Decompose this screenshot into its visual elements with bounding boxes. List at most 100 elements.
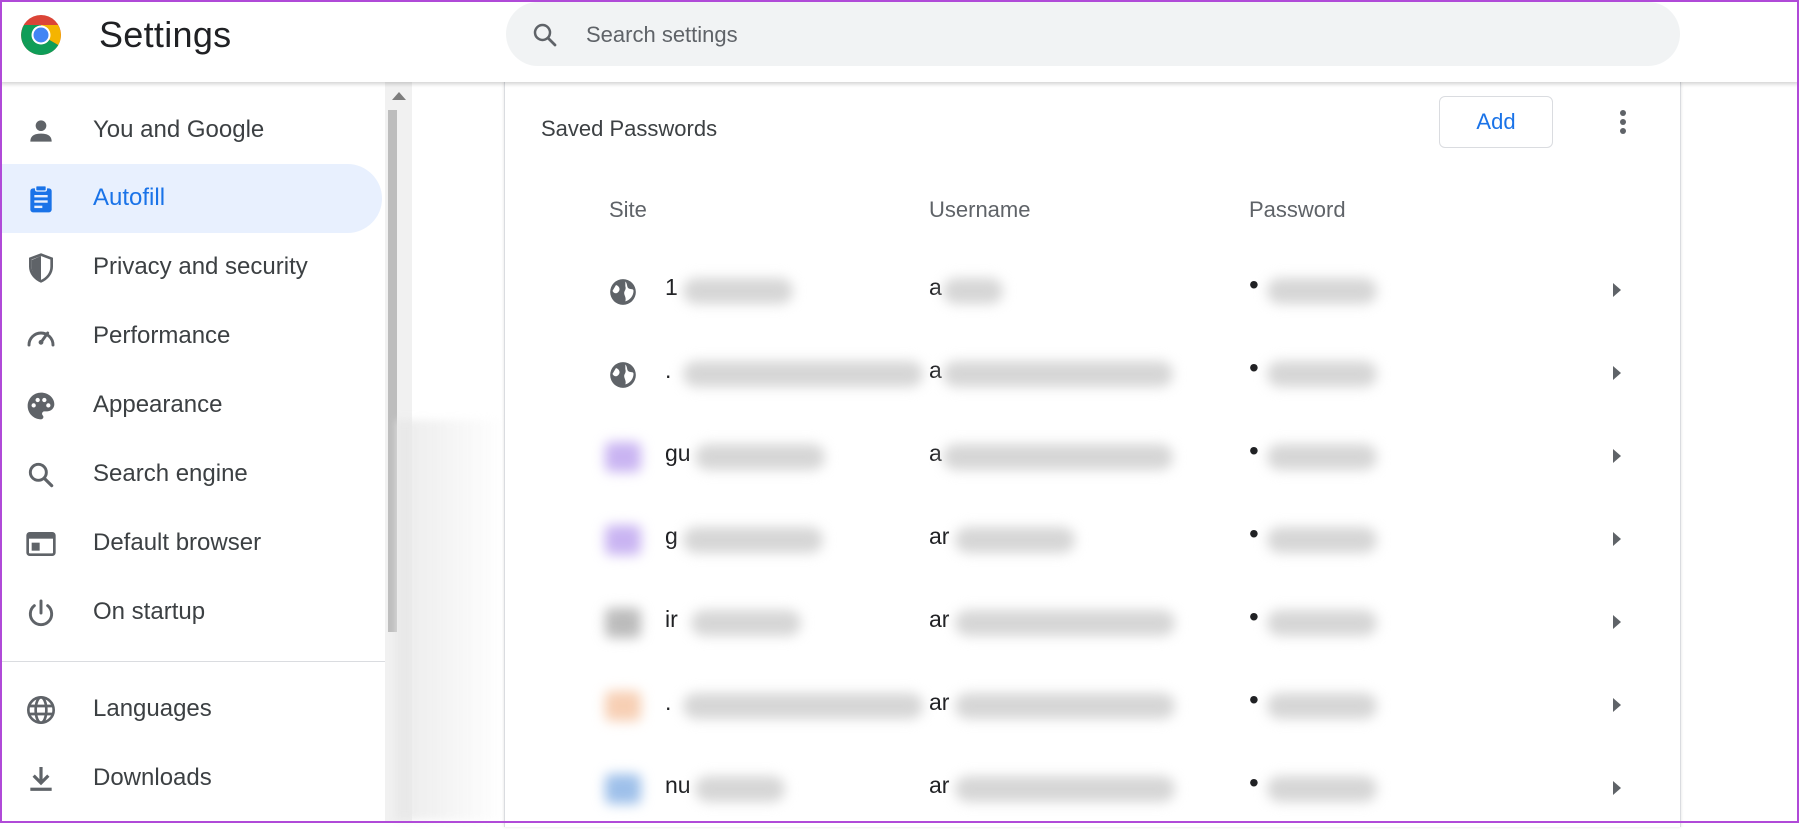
sidebar-item-label: Appearance	[93, 391, 223, 418]
site-name: .	[665, 357, 672, 383]
password-row[interactable]: g ar •	[505, 499, 1680, 581]
chevron-right-icon[interactable]	[1613, 615, 1621, 629]
username: ar	[929, 772, 950, 798]
site-favicon-icon	[605, 774, 641, 804]
site-name: .	[665, 689, 672, 715]
globe-icon	[610, 362, 636, 388]
sidebar-item-label: On startup	[93, 598, 206, 625]
search-bar[interactable]	[506, 2, 1680, 66]
redacted-site	[695, 444, 825, 470]
saved-passwords-card: Saved Passwords Add Site Username Passwo…	[504, 82, 1681, 827]
redacted-site	[683, 278, 793, 304]
password-row[interactable]: nu ar •	[505, 748, 1680, 830]
search-icon	[28, 462, 54, 488]
sidebar-item-label: Languages	[93, 695, 212, 722]
power-icon	[28, 599, 54, 627]
redacted-password	[1267, 444, 1377, 470]
person-icon	[30, 120, 52, 142]
site-name: gu	[665, 440, 691, 466]
sidebar-item-label: Performance	[93, 322, 231, 349]
password-row[interactable]: . a •	[505, 333, 1680, 415]
sidebar-item-languages[interactable]: Languages	[0, 675, 382, 744]
username: ar	[929, 523, 950, 549]
page-title: Settings	[99, 14, 232, 55]
site-favicon-icon	[605, 525, 641, 555]
site-favicon-icon	[605, 608, 641, 638]
redacted-site	[683, 361, 923, 387]
browser-window-icon	[26, 532, 56, 556]
chrome-logo-icon	[21, 15, 61, 55]
sidebar-item-on-startup[interactable]: On startup	[0, 578, 382, 647]
password-mask: •	[1249, 435, 1259, 466]
redacted-username	[955, 527, 1075, 553]
redacted-password	[1267, 361, 1377, 387]
chevron-right-icon[interactable]	[1613, 781, 1621, 795]
chevron-right-icon[interactable]	[1613, 449, 1621, 463]
sidebar-item-label: You and Google	[93, 116, 265, 143]
sidebar-item-performance[interactable]: Performance	[0, 302, 382, 371]
sidebar-item-label: Privacy and security	[93, 253, 308, 280]
username: a	[929, 274, 942, 300]
sidebar-item-default-browser[interactable]: Default browser	[0, 509, 382, 578]
search-input[interactable]	[584, 16, 1648, 54]
search-icon	[533, 23, 557, 47]
sidebar-item-downloads[interactable]: Downloads	[0, 744, 382, 813]
redacted-password	[1267, 278, 1377, 304]
sidebar-item-autofill[interactable]: Autofill	[0, 164, 382, 233]
column-header-site: Site	[609, 197, 647, 222]
sidebar: You and Google Autofill Privacy and secu…	[0, 82, 385, 823]
chevron-right-icon[interactable]	[1613, 698, 1621, 712]
redacted-site	[683, 693, 923, 719]
sidebar-item-you-and-google[interactable]: You and Google	[0, 96, 382, 165]
site-name: nu	[665, 772, 691, 798]
sidebar-item-appearance[interactable]: Appearance	[0, 371, 382, 440]
section-title: Saved Passwords	[541, 116, 718, 141]
sidebar-item-label: Downloads	[93, 764, 212, 791]
redacted-username	[955, 776, 1175, 802]
sidebar-item-privacy-and-security[interactable]: Privacy and security	[0, 233, 382, 302]
scroll-up-arrow-icon[interactable]	[392, 92, 406, 100]
sidebar-item-label: Autofill	[93, 184, 166, 211]
globe-icon	[27, 696, 55, 724]
sidebar-item-search-engine[interactable]: Search engine	[0, 440, 382, 509]
speedometer-icon	[27, 331, 55, 347]
shield-icon	[29, 253, 53, 283]
site-name: g	[665, 523, 678, 549]
column-header-password: Password	[1249, 197, 1346, 222]
site-name: 1	[665, 274, 678, 300]
redacted-username	[943, 361, 1173, 387]
password-row[interactable]: . ar •	[505, 665, 1680, 747]
redacted-username	[943, 278, 1003, 304]
chevron-right-icon[interactable]	[1613, 366, 1621, 380]
sidebar-item-label: Search engine	[93, 460, 248, 487]
username: a	[929, 357, 942, 383]
password-row[interactable]: 1 a •	[505, 250, 1680, 332]
sidebar-item-label: Default browser	[93, 529, 262, 556]
add-password-button[interactable]: Add	[1439, 96, 1553, 148]
chevron-right-icon[interactable]	[1613, 532, 1621, 546]
redacted-password	[1267, 527, 1377, 553]
top-bar: Settings	[0, 0, 1799, 82]
download-icon	[30, 767, 52, 791]
chevron-right-icon[interactable]	[1613, 283, 1621, 297]
redacted-username	[955, 610, 1175, 636]
password-row[interactable]: gu a •	[505, 416, 1680, 498]
clipboard-icon	[30, 185, 52, 213]
password-row[interactable]: ir ar •	[505, 582, 1680, 664]
palette-icon	[27, 392, 55, 420]
password-mask: •	[1249, 767, 1259, 798]
redacted-site	[683, 527, 823, 553]
password-mask: •	[1249, 518, 1259, 549]
username: ar	[929, 689, 950, 715]
redacted-site	[691, 610, 801, 636]
sidebar-divider	[0, 661, 385, 662]
redacted-username	[955, 693, 1175, 719]
site-favicon-icon	[605, 442, 641, 472]
username: a	[929, 440, 942, 466]
more-vert-icon[interactable]	[1603, 102, 1643, 142]
password-mask: •	[1249, 601, 1259, 632]
column-header-username: Username	[929, 197, 1031, 222]
globe-icon	[610, 279, 636, 305]
redacted-site	[695, 776, 785, 802]
username: ar	[929, 606, 950, 632]
